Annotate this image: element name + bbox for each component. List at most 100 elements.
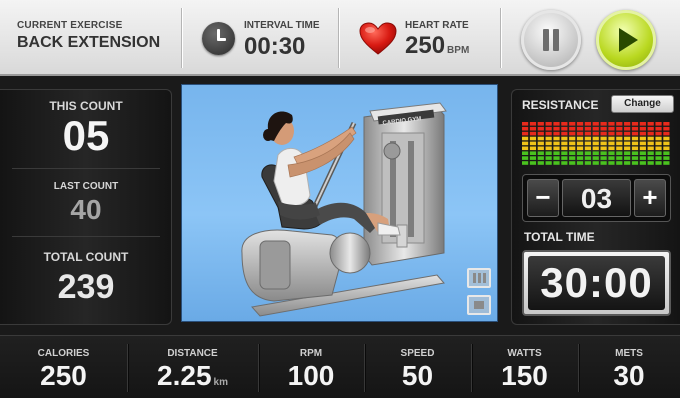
level-segment — [592, 141, 599, 146]
level-segment — [576, 156, 584, 160]
level-segment — [631, 141, 639, 146]
heart-rate-unit: BPM — [447, 45, 470, 56]
level-segment — [600, 151, 607, 155]
screen-icon[interactable] — [467, 295, 491, 315]
divider — [12, 236, 160, 237]
level-segment — [600, 131, 607, 136]
level-segment — [553, 141, 560, 146]
level-segment — [584, 151, 591, 155]
level-segment — [600, 122, 607, 126]
level-segment — [647, 151, 654, 155]
stat-number: 50 — [401, 360, 434, 391]
play-icon — [619, 28, 638, 52]
level-segment — [576, 151, 584, 155]
level-segment — [537, 151, 544, 155]
level-segment — [647, 156, 654, 160]
level-segment — [545, 126, 552, 131]
list-icon[interactable] — [467, 268, 491, 288]
level-segment — [663, 161, 670, 165]
level-segment — [569, 146, 576, 151]
level-segment — [647, 146, 654, 151]
total-time-display: 30:00 — [522, 250, 671, 316]
level-segment — [553, 136, 560, 141]
stat-value: 30 — [578, 361, 680, 391]
level-segment — [561, 151, 568, 155]
stat-watts: WATTS 150 — [471, 336, 578, 398]
level-segment — [545, 156, 552, 160]
last-count-label: LAST COUNT — [53, 181, 119, 192]
level-segment — [639, 126, 646, 131]
level-segment — [647, 161, 654, 165]
level-segment — [600, 156, 607, 160]
level-segment — [584, 131, 591, 136]
level-segment — [647, 126, 654, 131]
pause-button[interactable] — [521, 10, 581, 70]
heart-rate-label: HEART RATE — [405, 20, 469, 31]
stat-number: 250 — [40, 360, 87, 391]
stat-number: 2.25 — [157, 360, 212, 391]
resistance-label: RESISTANCE — [522, 98, 599, 112]
level-segment — [529, 161, 537, 165]
level-segment — [663, 136, 670, 141]
total-count-value: 239 — [57, 268, 115, 306]
divider — [127, 344, 128, 392]
resistance-minus-button[interactable]: − — [527, 179, 559, 217]
level-segment — [655, 146, 662, 151]
level-segment — [522, 141, 529, 146]
level-segment — [624, 131, 631, 136]
level-segment — [529, 151, 537, 155]
level-segment — [553, 126, 560, 131]
level-segment — [561, 136, 568, 141]
level-segment — [639, 122, 646, 126]
level-segment — [639, 156, 646, 160]
level-segment — [592, 156, 599, 160]
level-segment — [561, 161, 568, 165]
level-segment — [561, 156, 568, 160]
stat-mets: METS 30 — [578, 336, 680, 398]
level-segment — [584, 161, 591, 165]
level-segment — [561, 126, 568, 131]
stat-label: METS — [615, 348, 643, 359]
level-segment — [537, 156, 544, 160]
level-segment — [592, 151, 599, 155]
level-segment — [529, 136, 537, 141]
stat-rpm: RPM 100 — [258, 336, 364, 398]
level-segment — [576, 141, 584, 146]
last-count-value: 40 — [70, 194, 102, 225]
divider — [500, 8, 501, 68]
divider — [258, 344, 259, 392]
level-segment — [569, 151, 576, 155]
level-segment — [616, 156, 623, 160]
play-button[interactable] — [596, 10, 656, 70]
level-segment — [592, 161, 599, 165]
level-segment — [631, 156, 639, 160]
level-segment — [624, 141, 631, 146]
level-segment — [624, 151, 631, 155]
level-segment — [537, 126, 544, 131]
level-segment — [553, 131, 560, 136]
level-segment — [639, 136, 646, 141]
level-segment — [608, 126, 615, 131]
stat-speed: SPEED 50 — [364, 336, 471, 398]
resistance-panel: RESISTANCE Change − 03 + TOTAL TIME 30:0… — [511, 89, 680, 325]
divider — [578, 344, 579, 392]
level-segment — [663, 122, 670, 126]
level-segment — [537, 136, 544, 141]
level-segment — [624, 136, 631, 141]
level-segment — [576, 136, 584, 141]
level-segment — [553, 122, 560, 126]
level-segment — [522, 126, 529, 131]
level-segment — [631, 146, 639, 151]
clock-icon — [202, 22, 235, 55]
resistance-plus-button[interactable]: + — [634, 179, 666, 217]
level-segment — [616, 161, 623, 165]
level-segment — [608, 161, 615, 165]
level-segment — [616, 131, 623, 136]
change-button[interactable]: Change — [611, 95, 674, 113]
level-segment — [592, 136, 599, 141]
level-segment — [545, 122, 552, 126]
stat-value: 150 — [471, 361, 578, 391]
level-segment — [655, 131, 662, 136]
level-segment — [584, 136, 591, 141]
level-segment — [561, 131, 568, 136]
